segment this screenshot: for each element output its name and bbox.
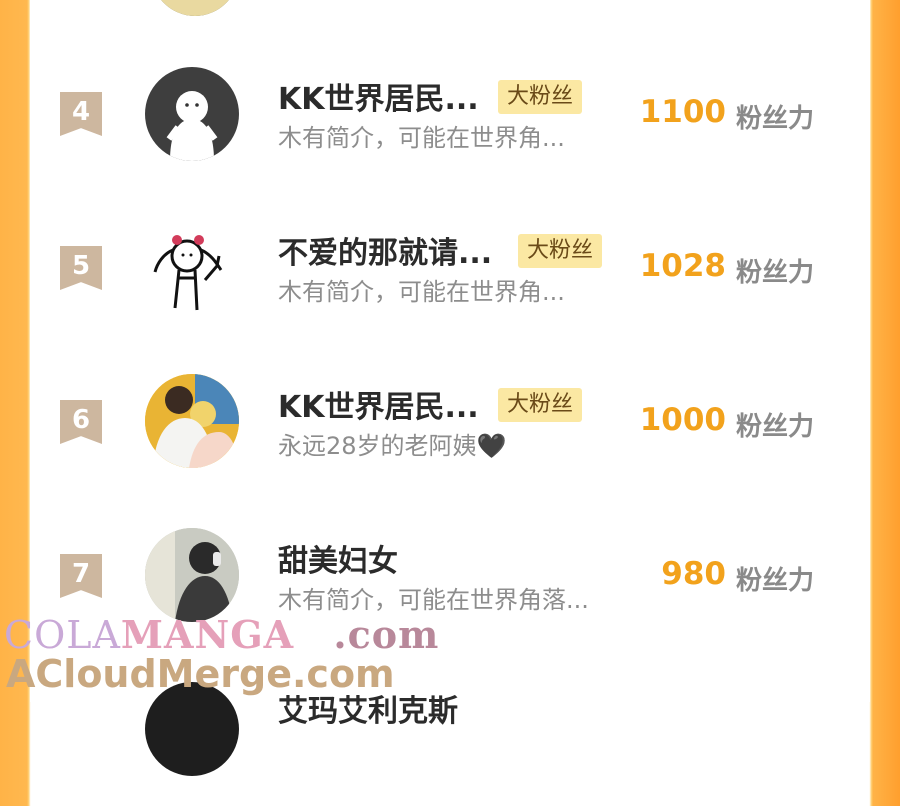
fan-level-badge: 大粉丝 (498, 80, 583, 114)
watermark-colamanga: COLAMANGA .com (4, 612, 439, 657)
fan-power-label: 粉丝力 (736, 566, 815, 596)
ghost-avatar-icon[interactable] (145, 67, 239, 161)
user-name[interactable]: KK世界居民... (278, 74, 479, 118)
fan-level-badge: 大粉丝 (518, 234, 603, 268)
fan-power-label: 粉丝力 (736, 412, 815, 442)
fan-power-score: 1100 (639, 94, 726, 130)
user-bio: 木有简介，可能在世界角... (278, 124, 565, 152)
fan-power-score: 980 (661, 556, 726, 592)
ranking-row-5[interactable]: 5 不爱的那就请... 大粉丝 木有简介，可能在世界角... 1028 粉丝力 (30, 214, 870, 344)
rank-badge: 7 (60, 554, 102, 598)
user-name[interactable]: 不爱的那就请... (278, 228, 492, 272)
watermark-acloudmerge: ACloudMerge.com (6, 652, 395, 696)
dark-avatar-icon[interactable] (145, 682, 239, 776)
fan-power-score: 1028 (639, 248, 726, 284)
headphones-girl-avatar[interactable] (145, 528, 239, 622)
user-bio: 木有简介，可能在世界角落... (278, 586, 589, 614)
rank-badge: 4 (60, 92, 102, 136)
user-name[interactable]: KK世界居民... (278, 382, 479, 426)
doodle-girl-avatar-icon[interactable] (145, 220, 239, 314)
watermark-part: COLA (4, 613, 121, 657)
watermark-part: .com (333, 612, 440, 657)
ranking-row-4[interactable]: 4 KK世界居民... 大粉丝 木有简介，可能在世界角... 1100 粉丝力 (30, 60, 870, 190)
fan-power-score: 1000 (639, 402, 726, 438)
user-name[interactable]: 甜美妇女 (278, 536, 398, 580)
couple-photo-avatar[interactable] (145, 374, 239, 468)
ranking-row-6[interactable]: 6 KK世界居民... 大粉丝 永远28岁的老阿姨🖤 1000 粉丝力 (30, 368, 870, 498)
rank-badge: 6 (60, 400, 102, 444)
user-bio: 木有简介，可能在世界角... (278, 278, 565, 306)
fan-power-label: 粉丝力 (736, 104, 815, 134)
rank-badge: 5 (60, 246, 102, 290)
fan-power-label: 粉丝力 (736, 258, 815, 288)
ranking-card: 4 KK世界居民... 大粉丝 木有简介，可能在世界角... 1100 粉丝力 … (30, 0, 870, 776)
fan-level-badge: 大粉丝 (498, 388, 583, 422)
top-avatar-partial (150, 0, 240, 16)
watermark-part: MANGA (120, 612, 295, 657)
user-bio: 永远28岁的老阿姨🖤 (278, 432, 507, 460)
